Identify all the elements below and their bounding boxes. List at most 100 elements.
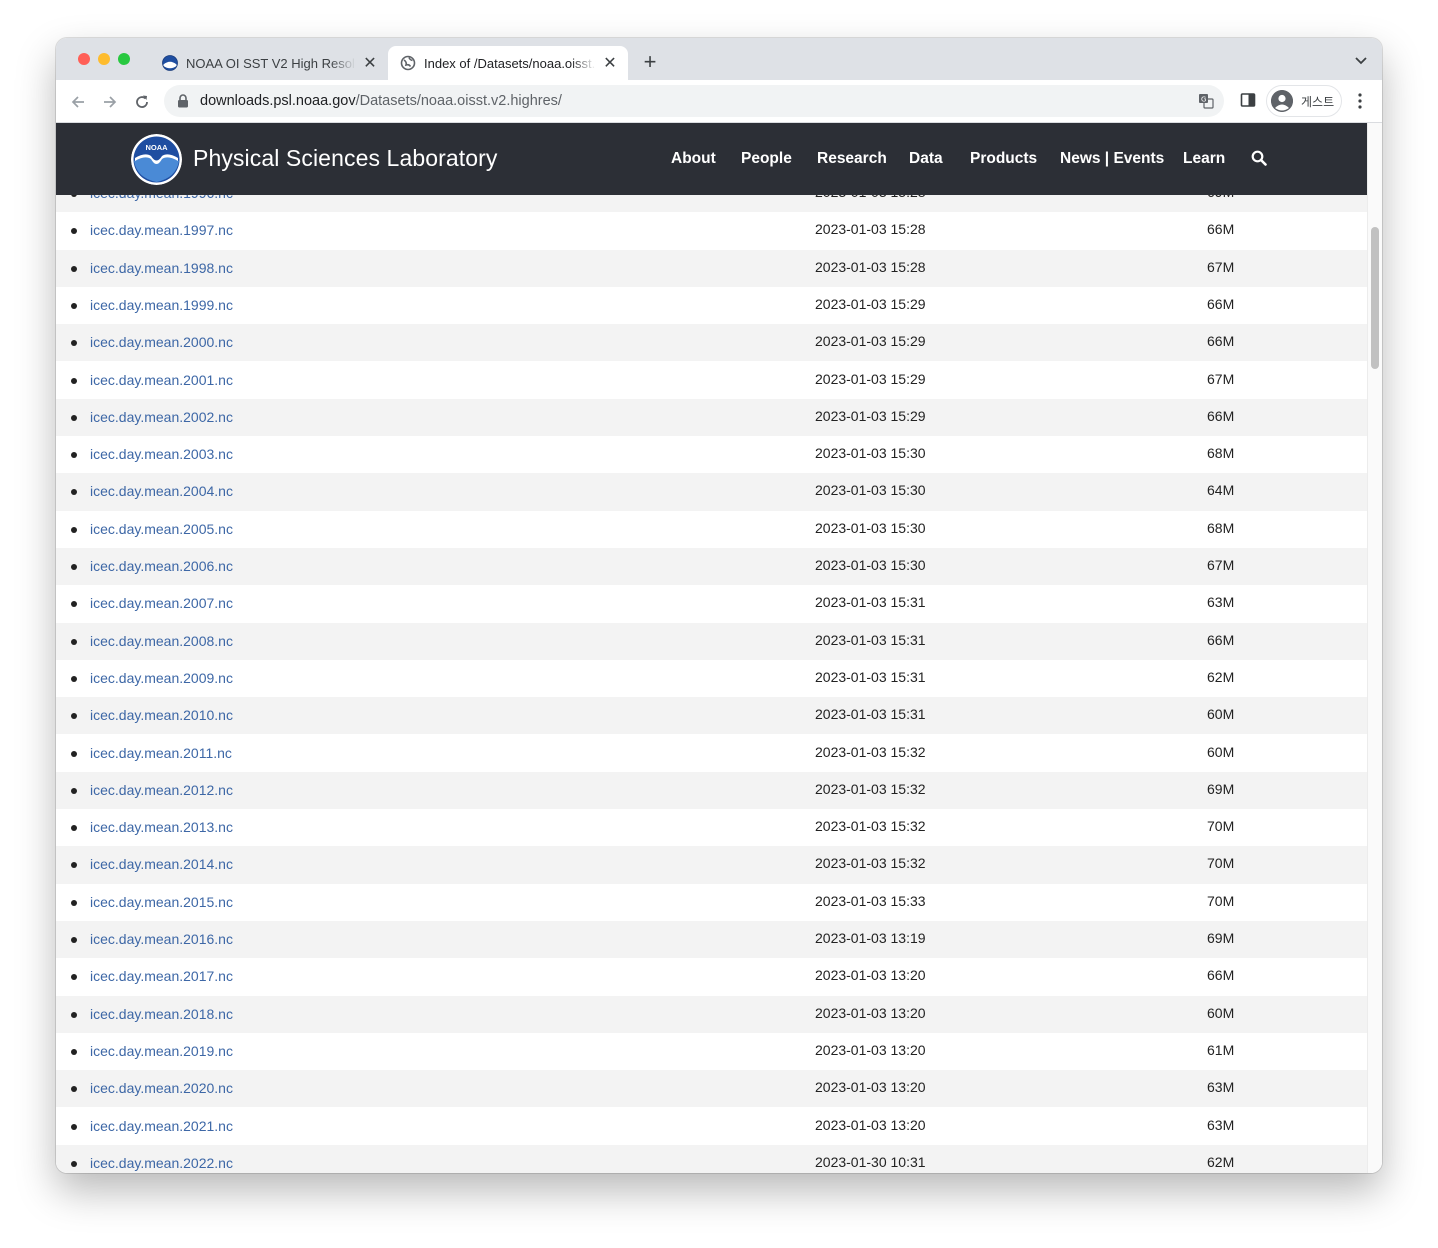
- back-button[interactable]: [66, 90, 90, 114]
- file-modified-date: 2023-01-03 13:20: [815, 967, 926, 984]
- file-modified-date: 2023-01-03 15:31: [815, 668, 926, 685]
- nav-news-events[interactable]: News | Events: [1060, 150, 1164, 168]
- nav-research[interactable]: Research: [817, 150, 887, 168]
- bullet-icon: [71, 340, 77, 347]
- file-size: 67M: [1207, 557, 1235, 573]
- file-link[interactable]: icec.day.mean.2007.nc: [90, 595, 233, 611]
- close-tab-icon[interactable]: ✕: [600, 53, 620, 73]
- nav-learn[interactable]: Learn: [1183, 150, 1225, 168]
- close-tab-icon[interactable]: ✕: [360, 53, 380, 73]
- bullet-icon: [71, 452, 77, 459]
- site-title[interactable]: Physical Sciences Laboratory: [193, 145, 498, 172]
- bullet-icon: [71, 1011, 77, 1018]
- file-size: 63M: [1207, 1079, 1235, 1096]
- zoom-window-button[interactable]: [118, 53, 130, 65]
- file-size: 63M: [1207, 1116, 1235, 1133]
- file-row: icec.day.mean.1998.nc 2023-01-03 15:28 67M: [56, 249, 1367, 287]
- bullet-icon: [71, 489, 77, 496]
- tab-title: NOAA OI SST V2 High Resoluti: [186, 55, 356, 71]
- file-modified-date: 2023-01-03 13:20: [815, 1079, 926, 1096]
- file-size: 62M: [1207, 668, 1235, 685]
- file-link[interactable]: icec.day.mean.2016.nc: [90, 931, 233, 947]
- file-row: icec.day.mean.2010.nc 2023-01-03 15:31 60M: [56, 697, 1367, 735]
- more-menu-icon[interactable]: [1352, 92, 1368, 110]
- file-modified-date: 2023-01-03 13:20: [815, 1116, 926, 1133]
- file-link[interactable]: icec.day.mean.1998.nc: [90, 260, 233, 276]
- svg-text:G: G: [1201, 96, 1206, 104]
- file-link[interactable]: icec.day.mean.2009.nc: [90, 670, 233, 686]
- file-modified-date: 2023-01-03 15:30: [815, 557, 926, 573]
- file-modified-date: 2023-01-03 15:32: [815, 743, 926, 760]
- tab-index-of-datasets[interactable]: Index of /Datasets/noaa.oisst.v ✕: [388, 46, 628, 80]
- file-link[interactable]: icec.day.mean.2020.nc: [90, 1080, 233, 1096]
- file-link[interactable]: icec.day.mean.1997.nc: [90, 222, 233, 238]
- nav-about[interactable]: About: [671, 150, 716, 168]
- file-link[interactable]: icec.day.mean.2011.nc: [90, 745, 232, 761]
- close-window-button[interactable]: [78, 53, 90, 65]
- file-link[interactable]: icec.day.mean.2021.nc: [90, 1118, 233, 1134]
- file-size: 67M: [1207, 370, 1235, 387]
- file-size: 69M: [1207, 780, 1235, 797]
- nav-data[interactable]: Data: [909, 150, 943, 168]
- bullet-icon: [71, 526, 77, 533]
- file-size: 66M: [1207, 295, 1235, 312]
- scrollbar-thumb[interactable]: [1371, 227, 1379, 369]
- file-row: icec.day.mean.2008.nc 2023-01-03 15:31 66M: [56, 622, 1367, 660]
- file-size: 68M: [1207, 445, 1235, 462]
- page-scrollbar[interactable]: [1367, 123, 1382, 1173]
- minimize-window-button[interactable]: [98, 53, 110, 65]
- file-link[interactable]: icec.day.mean.2018.nc: [90, 1006, 233, 1022]
- nav-people[interactable]: People: [741, 150, 792, 168]
- file-link[interactable]: icec.day.mean.2002.nc: [90, 409, 233, 425]
- nav-products[interactable]: Products: [970, 150, 1037, 168]
- file-link[interactable]: icec.day.mean.2010.nc: [90, 707, 233, 723]
- file-row: icec.day.mean.2003.nc 2023-01-03 15:30 68M: [56, 436, 1367, 473]
- address-bar[interactable]: downloads.psl.noaa.gov/Datasets/noaa.ois…: [164, 85, 1224, 117]
- file-link[interactable]: icec.day.mean.2006.nc: [90, 558, 233, 574]
- tab-search-chevron-icon[interactable]: [1354, 54, 1368, 66]
- bullet-icon: [71, 265, 77, 272]
- file-link[interactable]: icec.day.mean.2001.nc: [90, 372, 233, 388]
- lock-icon[interactable]: [176, 93, 190, 109]
- reload-button[interactable]: [130, 90, 154, 114]
- file-link[interactable]: icec.day.mean.2008.nc: [90, 633, 233, 649]
- file-link[interactable]: icec.day.mean.2014.nc: [90, 856, 233, 872]
- file-link[interactable]: icec.day.mean.2017.nc: [90, 968, 233, 984]
- file-link[interactable]: icec.day.mean.2019.nc: [90, 1043, 233, 1059]
- file-link[interactable]: icec.day.mean.2013.nc: [90, 819, 233, 835]
- file-row: icec.day.mean.2013.nc 2023-01-03 15:32 70M: [56, 809, 1367, 846]
- file-link[interactable]: icec.day.mean.2004.nc: [90, 483, 233, 499]
- file-link[interactable]: icec.day.mean.2015.nc: [90, 894, 233, 910]
- file-link[interactable]: icec.day.mean.2012.nc: [90, 782, 233, 798]
- file-row: icec.day.mean.2017.nc 2023-01-03 13:20 66M: [56, 958, 1367, 995]
- browser-toolbar: downloads.psl.noaa.gov/Datasets/noaa.ois…: [56, 80, 1382, 123]
- file-row: icec.day.mean.2014.nc 2023-01-03 15:32 70M: [56, 846, 1367, 884]
- file-link[interactable]: icec.day.mean.2022.nc: [90, 1155, 233, 1171]
- tab-noaa-oi-sst[interactable]: NOAA OI SST V2 High Resoluti ✕: [148, 46, 388, 80]
- file-modified-date: 2023-01-03 15:31: [815, 594, 926, 611]
- file-row: icec.day.mean.2011.nc 2023-01-03 15:32 60M: [56, 735, 1367, 772]
- new-tab-button[interactable]: +: [640, 51, 660, 73]
- file-size: 66M: [1207, 967, 1235, 984]
- search-icon[interactable]: [1251, 150, 1267, 166]
- file-row: icec.day.mean.2012.nc 2023-01-03 15:32 69M: [56, 771, 1367, 810]
- bullet-icon: [71, 228, 77, 235]
- file-size: 63M: [1207, 594, 1235, 611]
- file-link[interactable]: icec.day.mean.1999.nc: [90, 297, 233, 313]
- file-row: icec.day.mean.2015.nc 2023-01-03 15:33 70M: [56, 884, 1367, 921]
- noaa-logo[interactable]: NOAA: [131, 134, 182, 185]
- forward-button[interactable]: [98, 90, 122, 114]
- file-modified-date: 2023-01-03 15:29: [815, 407, 926, 424]
- side-panel-icon[interactable]: [1240, 92, 1256, 108]
- translate-icon[interactable]: G: [1198, 93, 1214, 109]
- bullet-icon: [71, 1086, 77, 1093]
- profile-button[interactable]: 게스트: [1266, 85, 1342, 117]
- file-link[interactable]: icec.day.mean.2000.nc: [90, 334, 233, 350]
- bullet-icon: [71, 713, 77, 720]
- file-row: icec.day.mean.2021.nc 2023-01-03 13:20 63M: [56, 1108, 1367, 1145]
- file-row: icec.day.mean.2004.nc 2023-01-03 15:30 64M: [56, 473, 1367, 511]
- file-link[interactable]: icec.day.mean.2005.nc: [90, 521, 233, 537]
- file-row: icec.day.mean.2009.nc 2023-01-03 15:31 62M: [56, 660, 1367, 697]
- bullet-icon: [71, 377, 77, 384]
- file-link[interactable]: icec.day.mean.2003.nc: [90, 446, 233, 462]
